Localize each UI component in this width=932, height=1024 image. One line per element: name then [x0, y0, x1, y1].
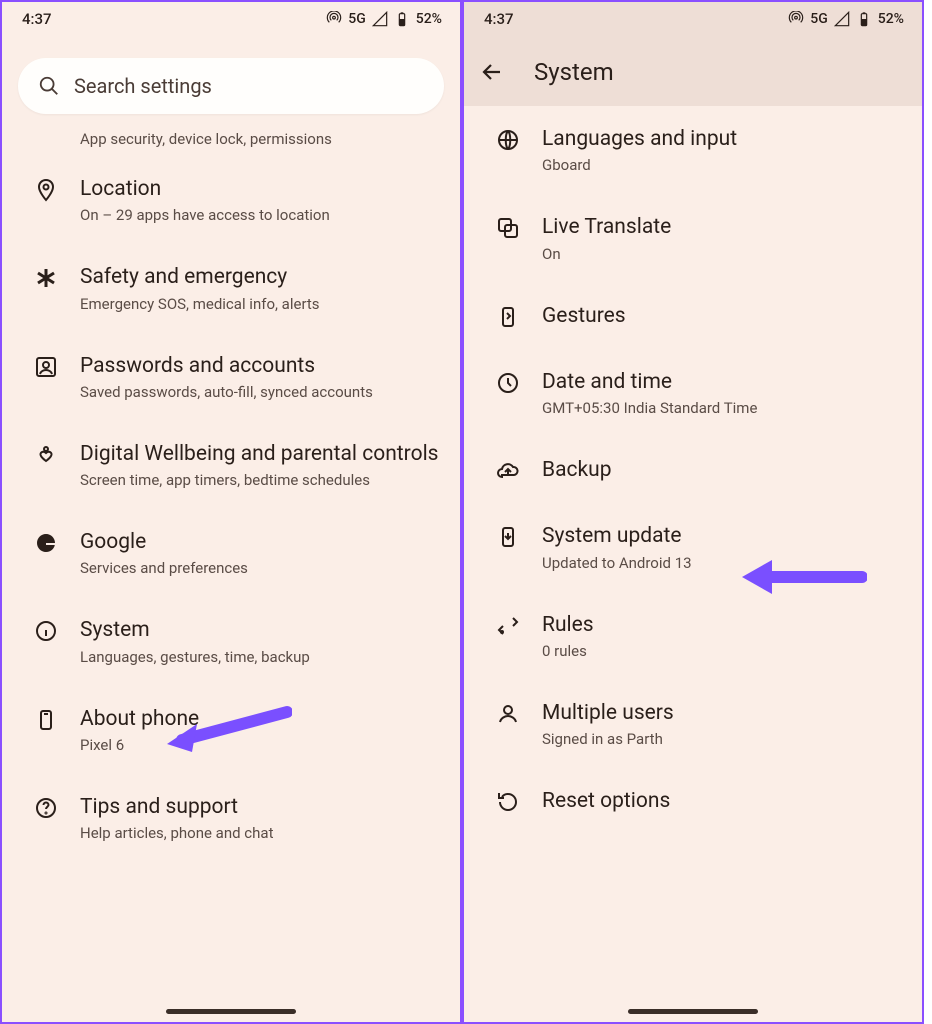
system-settings-screen: 4:37 5G 52% System Languages and inputGb…: [462, 0, 924, 1024]
system-item-users[interactable]: Multiple usersSigned in as Parth: [464, 680, 922, 768]
page-title: System: [534, 58, 614, 86]
network-label: 5G: [348, 11, 366, 27]
settings-main-screen: 4:37 5G 52% Search settings App security…: [0, 0, 462, 1024]
battery-label: 52%: [878, 11, 904, 27]
clock-icon: [496, 371, 520, 395]
wellbeing-icon: [34, 443, 58, 467]
system-list: Languages and inputGboard Live Translate…: [464, 106, 922, 834]
google-icon: [34, 531, 58, 555]
status-time: 4:37: [22, 10, 52, 28]
phone-update-icon: [496, 525, 520, 549]
gestures-icon: [496, 305, 520, 329]
rules-icon: [496, 614, 520, 638]
status-icons: 5G 52%: [788, 11, 904, 27]
settings-list: LocationOn – 29 apps have access to loca…: [2, 156, 460, 862]
back-icon[interactable]: [480, 60, 504, 84]
hotspot-icon: [326, 11, 342, 27]
search-settings-input[interactable]: Search settings: [18, 58, 444, 114]
system-item-backup[interactable]: Backup: [464, 437, 922, 503]
info-icon: [34, 619, 58, 643]
network-label: 5G: [810, 11, 828, 27]
battery-label: 52%: [416, 11, 442, 27]
location-icon: [34, 178, 58, 202]
battery-icon: [856, 11, 872, 27]
person-icon: [496, 702, 520, 726]
hotspot-icon: [788, 11, 804, 27]
settings-item-passwords[interactable]: Passwords and accountsSaved passwords, a…: [2, 333, 460, 421]
signal-icon: [834, 11, 850, 27]
settings-item-safety[interactable]: Safety and emergencyEmergency SOS, medic…: [2, 244, 460, 332]
home-handle[interactable]: [628, 1009, 758, 1014]
system-item-gestures[interactable]: Gestures: [464, 283, 922, 349]
system-item-datetime[interactable]: Date and timeGMT+05:30 India Standard Ti…: [464, 349, 922, 437]
cloud-icon: [496, 459, 520, 483]
system-item-reset[interactable]: Reset options: [464, 768, 922, 834]
settings-item-system[interactable]: SystemLanguages, gestures, time, backup: [2, 597, 460, 685]
annotation-arrow-system: [162, 702, 292, 752]
globe-icon: [496, 128, 520, 152]
system-item-rules[interactable]: Rules0 rules: [464, 592, 922, 680]
home-handle[interactable]: [166, 1009, 296, 1014]
status-icons: 5G 52%: [326, 11, 442, 27]
settings-item-location[interactable]: LocationOn – 29 apps have access to loca…: [2, 156, 460, 244]
system-item-translate[interactable]: Live TranslateOn: [464, 194, 922, 282]
settings-item-google[interactable]: GoogleServices and preferences: [2, 509, 460, 597]
translate-icon: [496, 216, 520, 240]
battery-icon: [394, 11, 410, 27]
status-bar: 4:37 5G 52%: [464, 2, 922, 32]
status-bar: 4:37 5G 52%: [2, 2, 460, 32]
asterisk-icon: [34, 266, 58, 290]
page-header: System: [464, 32, 922, 106]
annotation-arrow-update: [737, 552, 867, 602]
settings-item-tips[interactable]: Tips and supportHelp articles, phone and…: [2, 774, 460, 862]
person-box-icon: [34, 355, 58, 379]
search-placeholder: Search settings: [74, 74, 212, 98]
reset-icon: [496, 790, 520, 814]
phone-box-icon: [34, 708, 58, 732]
help-icon: [34, 796, 58, 820]
security-subtitle: App security, device lock, permissions: [2, 124, 460, 156]
system-item-languages[interactable]: Languages and inputGboard: [464, 106, 922, 194]
settings-item-wellbeing[interactable]: Digital Wellbeing and parental controlsS…: [2, 421, 460, 509]
status-time: 4:37: [484, 10, 514, 28]
signal-icon: [372, 11, 388, 27]
search-icon: [38, 75, 60, 97]
